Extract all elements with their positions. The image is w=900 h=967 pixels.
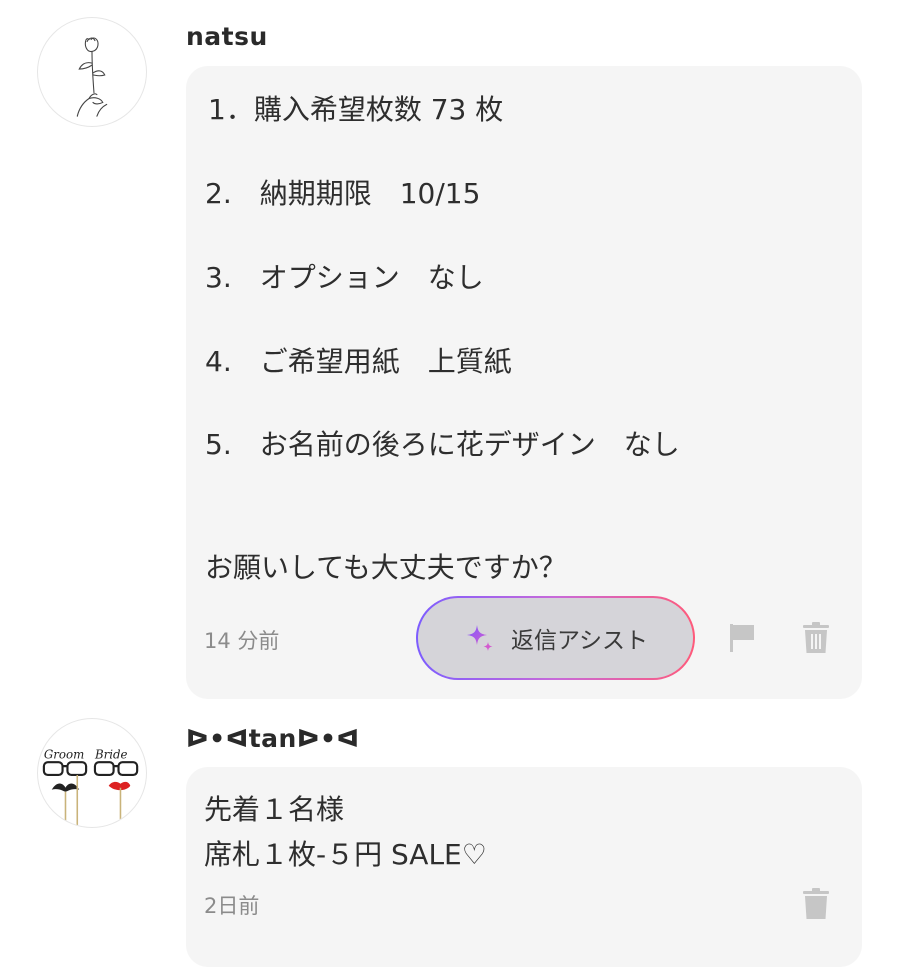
svg-text:Bride: Bride xyxy=(94,747,128,761)
report-flag-button[interactable] xyxy=(728,622,756,654)
avatar-natsu[interactable] xyxy=(37,17,147,127)
svg-text:Groom: Groom xyxy=(44,747,84,761)
message-1-line-1: 1．購入希望枚数 73 枚 xyxy=(208,93,504,126)
delete-button-1[interactable] xyxy=(802,621,830,655)
message-1-username[interactable]: natsu xyxy=(186,22,268,51)
message-2-line-2: 席札１枚-５円 SALE♡ xyxy=(204,838,487,871)
message-1-line-5: 5. お名前の後ろに花デザイン なし xyxy=(205,428,680,461)
reply-assist-label: 返信アシスト xyxy=(510,628,649,654)
message-1-line-2: 2. 納期期限 10/15 xyxy=(205,177,481,210)
message-1-line-3: 3. オプション なし xyxy=(205,261,484,294)
avatar-tan[interactable]: Groom Bride xyxy=(37,718,147,828)
reply-assist-button[interactable]: 返信アシスト xyxy=(416,596,695,680)
sparkle-icon xyxy=(463,621,497,655)
trash-icon xyxy=(803,888,829,919)
rose-hand-icon xyxy=(76,37,108,117)
message-1-line-4: 4. ご希望用紙 上質紙 xyxy=(205,345,512,378)
flag-icon xyxy=(730,624,754,652)
trash-icon xyxy=(803,622,829,653)
message-2-username[interactable]: ᐅ•ᐊtanᐅ•ᐊ xyxy=(186,724,360,753)
message-1-line-6: お願いしても大丈夫ですか？ xyxy=(205,551,567,584)
groom-bride-props-icon: Groom Bride xyxy=(42,747,139,827)
delete-button-2[interactable] xyxy=(802,887,830,921)
message-2-timestamp: 2日前 xyxy=(204,894,260,918)
message-2-line-1: 先着１名様 xyxy=(204,793,345,826)
message-1-timestamp: 14 分前 xyxy=(204,629,280,653)
